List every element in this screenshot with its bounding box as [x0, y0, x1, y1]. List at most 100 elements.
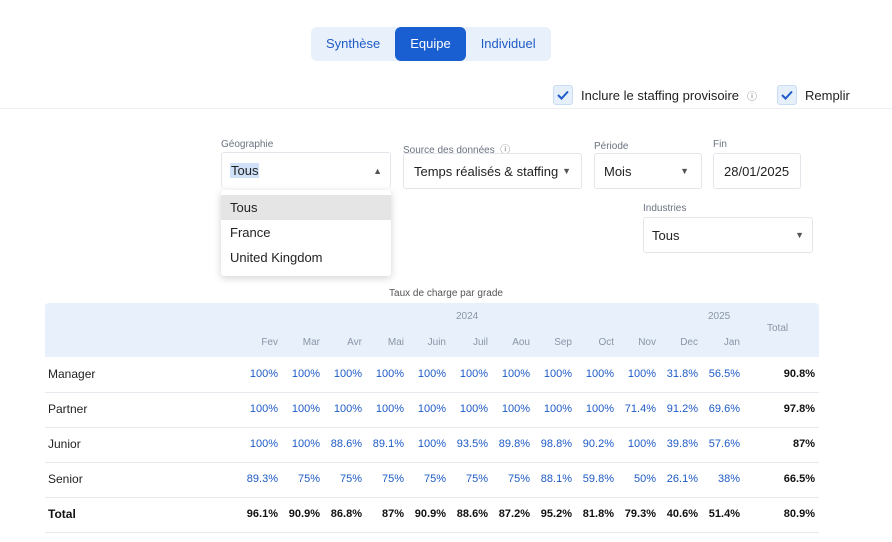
row-total: 97.8% [783, 403, 815, 415]
table-cell: 86.8% [330, 508, 362, 520]
row-label: Total [48, 507, 76, 521]
remplir-label: Remplir [805, 87, 850, 103]
row-total: 90.8% [783, 368, 815, 380]
table-cell[interactable]: 75% [322, 462, 362, 497]
chevron-down-icon: ▼ [680, 166, 689, 176]
geo-option-france[interactable]: France [221, 220, 391, 245]
month-header: Fev [261, 337, 278, 348]
table-cell[interactable]: 100% [280, 427, 320, 462]
table-cell[interactable]: 100% [280, 357, 320, 392]
table-cell[interactable]: 75% [406, 462, 446, 497]
month-header: Sep [554, 337, 572, 348]
row-total: 80.9% [783, 508, 815, 520]
table-cell[interactable]: 100% [448, 392, 488, 427]
chevron-down-icon: ▼ [562, 166, 571, 176]
tab-synthese[interactable]: Synthèse [311, 27, 395, 61]
table-cell[interactable]: 59.8% [574, 462, 614, 497]
table-cell[interactable]: 93.5% [448, 427, 488, 462]
check-icon [557, 90, 569, 100]
staffing-provisoire-option[interactable]: Inclure le staffing provisoire ⓘ [553, 85, 757, 105]
table-cell: 40.6% [666, 508, 698, 520]
fin-input[interactable]: 28/01/2025 [713, 153, 801, 189]
row-total: 66.5% [783, 473, 815, 485]
table-cell[interactable]: 50% [616, 462, 656, 497]
row-label: Manager [48, 367, 96, 381]
staffing-provisoire-checkbox[interactable] [553, 85, 573, 105]
table-cell[interactable]: 75% [448, 462, 488, 497]
remplir-checkbox[interactable] [777, 85, 797, 105]
table-cell[interactable]: 31.8% [658, 357, 698, 392]
tab-equipe[interactable]: Equipe [395, 27, 466, 61]
industries-value: Tous [652, 227, 680, 243]
table-cell[interactable]: 100% [490, 392, 530, 427]
table-cell[interactable]: 26.1% [658, 462, 698, 497]
table-cell[interactable]: 100% [322, 357, 362, 392]
industries-select[interactable]: Tous ▼ [643, 217, 813, 253]
table-cell[interactable]: 100% [406, 357, 446, 392]
table-cell[interactable]: 98.8% [532, 427, 572, 462]
table-cell[interactable]: 89.8% [490, 427, 530, 462]
table-cell: 90.9% [288, 508, 320, 520]
month-header: Nov [638, 337, 656, 348]
table-cell: 81.8% [582, 508, 614, 520]
table-cell[interactable]: 100% [322, 392, 362, 427]
divider [0, 108, 892, 109]
table-cell[interactable]: 100% [574, 392, 614, 427]
table-cell[interactable]: 75% [364, 462, 404, 497]
tab-individuel[interactable]: Individuel [466, 27, 551, 61]
source-value: Temps réalisés & staffing [414, 163, 559, 179]
table-cell[interactable]: 100% [616, 357, 656, 392]
table-cell[interactable]: 56.5% [700, 357, 740, 392]
periode-select[interactable]: Mois ▼ [594, 153, 702, 189]
table-cell[interactable]: 71.4% [616, 392, 656, 427]
table-cell[interactable]: 100% [280, 392, 320, 427]
chevron-up-icon: ▲ [373, 165, 382, 176]
table-cell[interactable]: 57.6% [700, 427, 740, 462]
table-cell[interactable]: 100% [406, 427, 446, 462]
table-cell[interactable]: 100% [364, 357, 404, 392]
month-header: Oct [598, 337, 614, 348]
table-cell: 51.4% [708, 508, 740, 520]
month-header: Jan [723, 337, 740, 348]
table-cell[interactable]: 91.2% [658, 392, 698, 427]
table-cell[interactable]: 38% [700, 462, 740, 497]
table-cell[interactable]: 88.6% [322, 427, 362, 462]
table-cell[interactable]: 100% [616, 427, 656, 462]
table-cell[interactable]: 89.3% [238, 462, 278, 497]
table-cell: 87.2% [498, 508, 530, 520]
table-cell[interactable]: 75% [280, 462, 320, 497]
table-cell[interactable]: 75% [490, 462, 530, 497]
table-cell[interactable]: 100% [574, 357, 614, 392]
table-cell[interactable]: 100% [364, 392, 404, 427]
geo-option-united-kingdom[interactable]: United Kingdom [221, 245, 391, 270]
remplir-option[interactable]: Remplir [777, 85, 850, 105]
table-cell[interactable]: 100% [238, 357, 278, 392]
geographie-select[interactable]: Tous ▲ [221, 152, 391, 188]
year-2024-label: 2024 [456, 311, 479, 322]
table-cell[interactable]: 100% [532, 357, 572, 392]
table-total-row: Total 96.1% 90.9% 86.8% 87% 90.9% 88.6% 87.2% 95… [45, 497, 819, 533]
geo-option-tous[interactable]: Tous [221, 195, 391, 220]
table-cell[interactable]: 100% [406, 392, 446, 427]
staffing-provisoire-label: Inclure le staffing provisoire [581, 87, 740, 103]
table-cell[interactable]: 100% [238, 392, 278, 427]
info-icon[interactable]: ⓘ [747, 88, 757, 103]
table-cell: 88.6% [456, 508, 488, 520]
fin-value: 28/01/2025 [724, 163, 790, 179]
table-cell[interactable]: 100% [490, 357, 530, 392]
table-cell: 95.2% [540, 508, 572, 520]
table-cell[interactable]: 69.6% [700, 392, 740, 427]
table-cell[interactable]: 100% [532, 392, 572, 427]
table-cell[interactable]: 100% [448, 357, 488, 392]
table-cell[interactable]: 89.1% [364, 427, 404, 462]
source-select[interactable]: Temps réalisés & staffing ▼ [403, 153, 582, 189]
month-header: Mar [302, 337, 320, 348]
industries-label: Industries [643, 203, 687, 214]
table-cell[interactable]: 88.1% [532, 462, 572, 497]
month-header: Juil [472, 337, 488, 348]
table-cell[interactable]: 100% [238, 427, 278, 462]
month-header: Mai [387, 337, 404, 348]
table-cell[interactable]: 90.2% [574, 427, 614, 462]
view-tabs: Synthèse Equipe Individuel [311, 27, 551, 61]
table-cell[interactable]: 39.8% [658, 427, 698, 462]
